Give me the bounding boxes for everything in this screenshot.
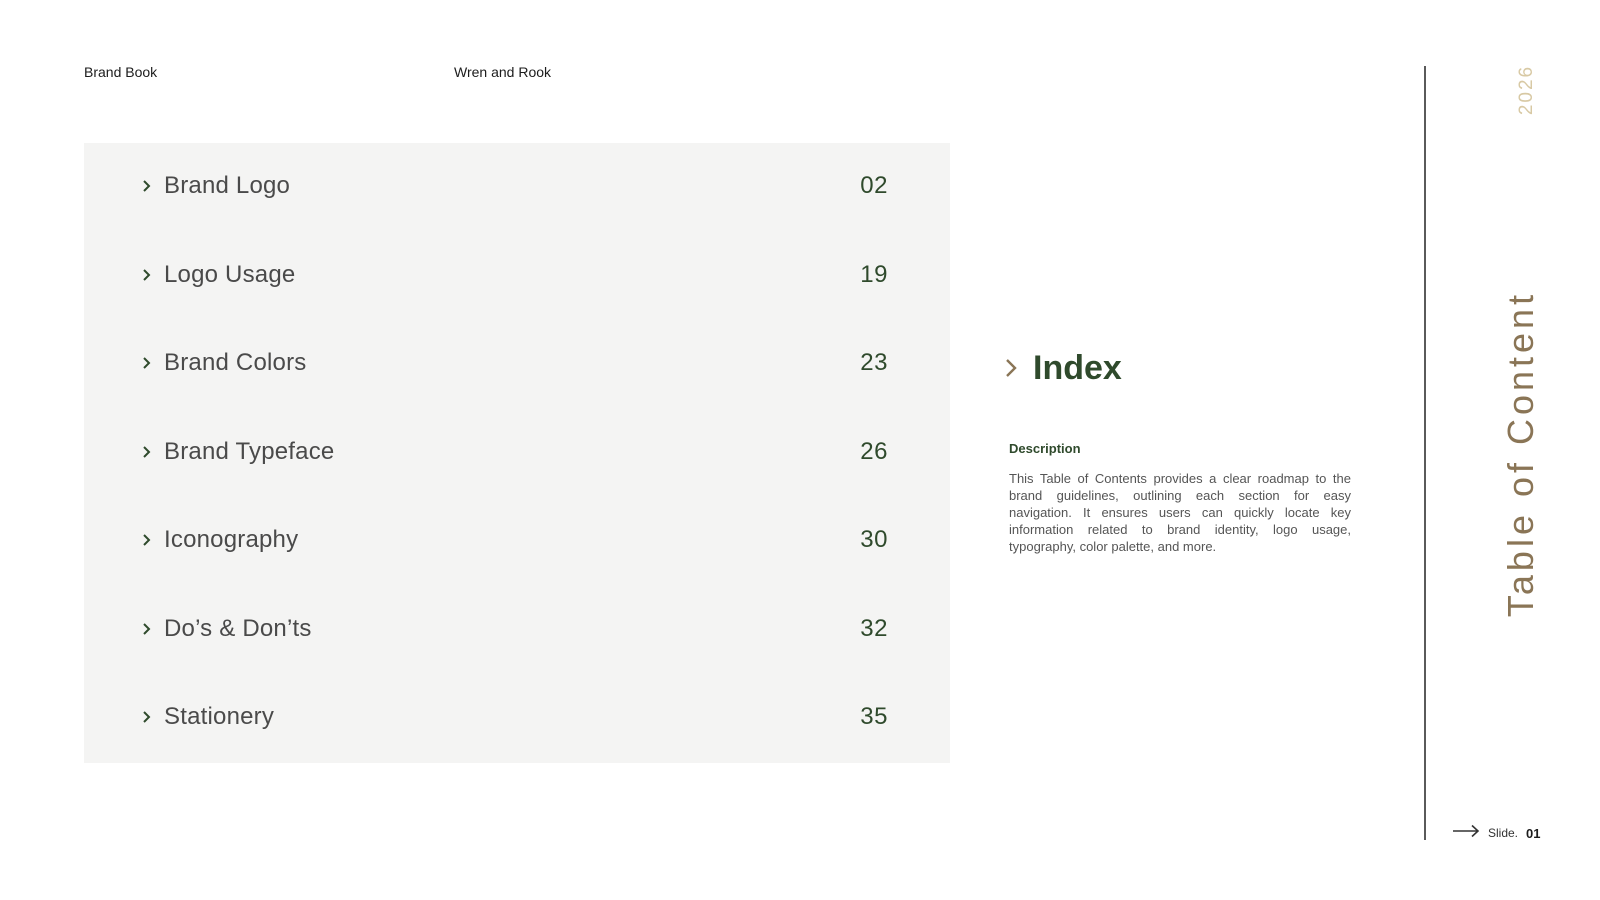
toc-item-page: 35	[860, 703, 888, 730]
toc-item-label: Stationery	[164, 703, 275, 730]
toc-item-label: Brand Logo	[164, 172, 291, 199]
toc-item-label: Do’s & Don’ts	[164, 615, 312, 642]
section-title-vertical: Table of Content	[1500, 290, 1541, 618]
toc-item-page: 30	[860, 526, 888, 553]
toc-item-label: Brand Typeface	[164, 438, 335, 465]
toc-item-label: Iconography	[164, 526, 299, 553]
toc-item-page: 23	[860, 349, 888, 376]
toc-item-page: 26	[860, 438, 888, 465]
toc-item-label: Logo Usage	[164, 261, 296, 288]
toc-item-page: 02	[860, 172, 888, 199]
slide-label: Slide.	[1488, 826, 1519, 840]
toc-item-brand-logo[interactable]: Brand Logo 02	[142, 166, 888, 206]
toc-item-stationery[interactable]: Stationery 35	[142, 697, 888, 737]
index-heading: Index	[1005, 345, 1122, 391]
chevron-right-icon	[142, 179, 164, 193]
chevron-right-icon	[142, 533, 164, 547]
company-name: Wren and Rook	[454, 64, 552, 80]
slide-number: 01	[1526, 825, 1541, 841]
vertical-divider	[1424, 66, 1426, 840]
description-title: Description	[1009, 441, 1081, 456]
chevron-right-icon	[142, 445, 164, 459]
year-label: 2026	[1516, 64, 1537, 116]
toc-item-label: Brand Colors	[164, 349, 307, 376]
chevron-right-icon	[142, 268, 164, 282]
chevron-right-icon	[142, 622, 164, 636]
index-title: Index	[1033, 348, 1122, 387]
chevron-right-icon	[142, 710, 164, 724]
toc-item-brand-typeface[interactable]: Brand Typeface 26	[142, 432, 888, 472]
toc-item-iconography[interactable]: Iconography 30	[142, 520, 888, 560]
brand-book-label: Brand Book	[84, 64, 158, 80]
chevron-right-icon	[1005, 358, 1033, 378]
arrow-right-icon	[1452, 824, 1480, 843]
toc-item-page: 19	[860, 261, 888, 288]
chevron-right-icon	[142, 356, 164, 370]
toc-item-dos-donts[interactable]: Do’s & Don’ts 32	[142, 609, 888, 649]
toc-panel: Brand Logo 02 Logo Usage 19 Brand Colors…	[84, 143, 950, 763]
toc-item-logo-usage[interactable]: Logo Usage 19	[142, 255, 888, 295]
description-text: This Table of Contents provides a clear …	[1009, 471, 1351, 554]
toc-item-page: 32	[860, 615, 888, 642]
toc-item-brand-colors[interactable]: Brand Colors 23	[142, 343, 888, 383]
slide-indicator: Slide. 01	[1452, 822, 1541, 844]
